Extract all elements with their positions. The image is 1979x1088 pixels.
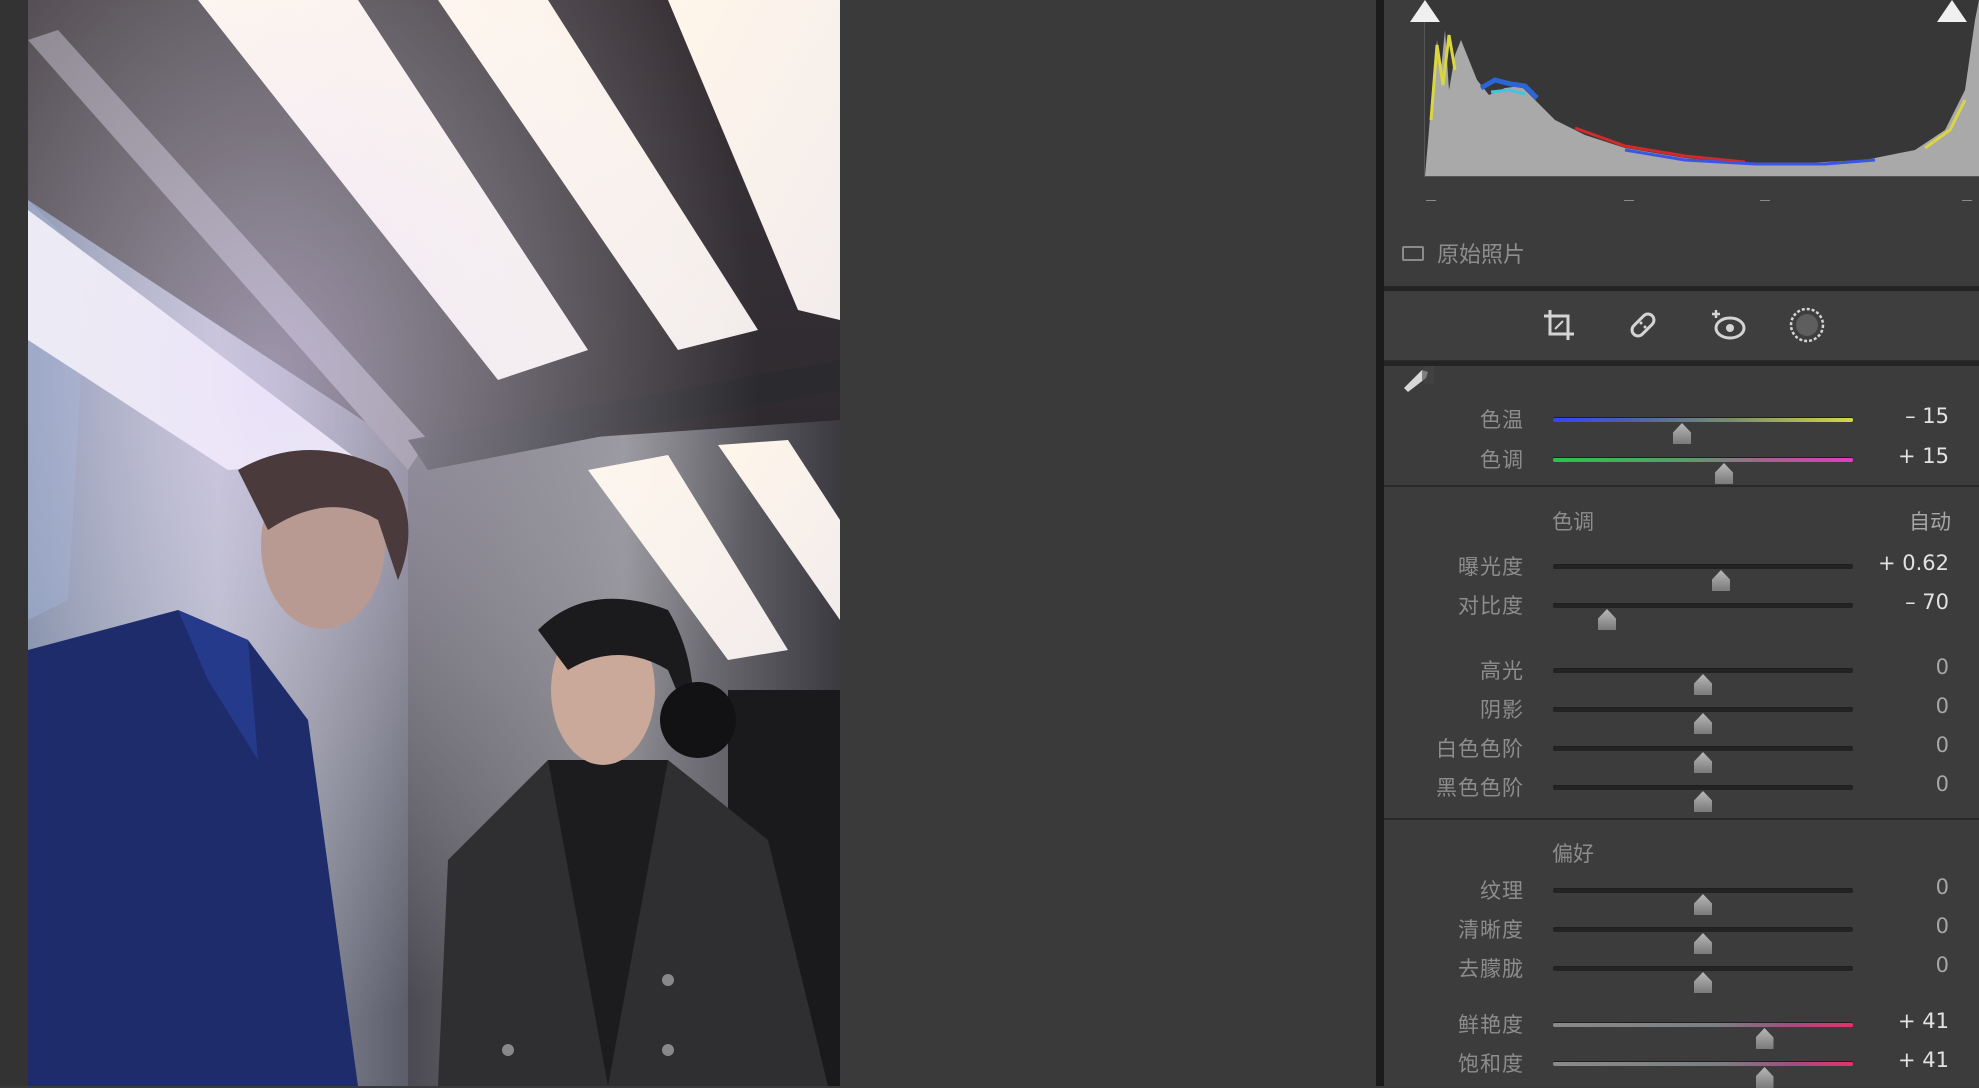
clarity-track[interactable] (1553, 927, 1853, 954)
clarity-slider-row[interactable]: 清晰度 0 (1384, 912, 1979, 954)
histogram-tick (1426, 200, 1436, 201)
temp-slider-row[interactable]: 色温 – 15 (1384, 402, 1979, 444)
dehaze-label: 去朦胧 (1458, 957, 1524, 981)
histogram-tick (1760, 200, 1770, 201)
histogram-graph (1425, 0, 1979, 176)
texture-value[interactable]: 0 (1936, 875, 1949, 899)
shadows-value[interactable]: 0 (1936, 694, 1949, 718)
tone-group-title: 色调 (1552, 510, 1594, 534)
exposure-slider-row[interactable]: 曝光度 + 0.62 (1384, 549, 1979, 591)
highlights-label: 高光 (1480, 659, 1524, 683)
whites-label: 白色色阶 (1436, 737, 1524, 761)
blacks-thumb[interactable] (1694, 791, 1712, 812)
blacks-value[interactable]: 0 (1936, 772, 1949, 796)
original-photo-label: 原始照片 (1437, 243, 1526, 268)
texture-slider-row[interactable]: 纹理 0 (1384, 873, 1979, 915)
highlights-value[interactable]: 0 (1936, 655, 1949, 679)
exposure-track[interactable] (1553, 564, 1853, 591)
contrast-track[interactable] (1553, 603, 1853, 630)
dehaze-track[interactable] (1553, 966, 1853, 993)
develop-panel: 原始照片 色温 – 15 色调 + 15 色调 自动 曝光度 + 0.62 对比… (1384, 0, 1979, 1088)
blacks-label: 黑色色阶 (1436, 776, 1524, 800)
photo-image (28, 0, 840, 1086)
clarity-value[interactable]: 0 (1936, 914, 1949, 938)
saturation-track[interactable] (1553, 1061, 1853, 1088)
blacks-track[interactable] (1553, 785, 1853, 812)
group-divider (1384, 485, 1979, 487)
tint-label: 色调 (1480, 448, 1524, 472)
tint-track[interactable] (1553, 457, 1853, 484)
dehaze-value[interactable]: 0 (1936, 953, 1949, 977)
dehaze-slider-row[interactable]: 去朦胧 0 (1384, 951, 1979, 993)
exposure-label: 曝光度 (1458, 555, 1524, 579)
texture-track[interactable] (1553, 888, 1853, 915)
group-divider (1384, 818, 1979, 820)
healing-brush-icon[interactable] (1620, 302, 1666, 348)
temp-thumb[interactable] (1673, 423, 1691, 444)
original-photo-toggle[interactable]: 原始照片 (1402, 238, 1525, 268)
vibrance-value[interactable]: + 41 (1898, 1009, 1949, 1033)
saturation-value[interactable]: + 41 (1898, 1048, 1949, 1072)
panel-divider (1376, 0, 1384, 1086)
vibrance-slider-row[interactable]: 鲜艳度 + 41 (1384, 1007, 1979, 1049)
contrast-thumb[interactable] (1598, 609, 1616, 630)
auto-tone-button[interactable]: 自动 (1909, 506, 1951, 536)
whites-value[interactable]: 0 (1936, 733, 1949, 757)
temp-track[interactable] (1553, 417, 1853, 444)
shadow-clipping-indicator[interactable] (1410, 0, 1440, 22)
tint-slider-row[interactable]: 色调 + 15 (1384, 442, 1979, 484)
histogram-tick (1962, 200, 1972, 201)
image-canvas[interactable] (0, 0, 1376, 1086)
vibrance-track[interactable] (1553, 1022, 1853, 1049)
original-photo-checkbox[interactable] (1402, 245, 1424, 261)
saturation-slider-row[interactable]: 饱和度 + 41 (1384, 1046, 1979, 1088)
saturation-label: 饱和度 (1458, 1052, 1524, 1076)
highlights-slider-row[interactable]: 高光 0 (1384, 653, 1979, 695)
crop-icon[interactable] (1536, 302, 1582, 348)
saturation-thumb[interactable] (1755, 1067, 1774, 1088)
temp-value[interactable]: – 15 (1905, 404, 1949, 428)
tool-strip (1384, 292, 1979, 361)
contrast-value[interactable]: – 70 (1905, 590, 1949, 614)
red-eye-icon[interactable] (1706, 302, 1752, 348)
exposure-value[interactable]: + 0.62 (1878, 551, 1949, 575)
shadows-track[interactable] (1553, 707, 1853, 734)
highlights-track[interactable] (1553, 668, 1853, 695)
tint-thumb[interactable] (1715, 463, 1733, 484)
contrast-label: 对比度 (1458, 594, 1524, 618)
histogram (1424, 0, 1979, 177)
contrast-slider-row[interactable]: 对比度 – 70 (1384, 588, 1979, 630)
texture-label: 纹理 (1480, 879, 1524, 903)
presence-group-title: 偏好 (1552, 842, 1594, 866)
white-balance-picker-icon[interactable] (1402, 366, 1452, 396)
photo-preview[interactable] (28, 0, 840, 1086)
whites-slider-row[interactable]: 白色色阶 0 (1384, 731, 1979, 773)
histogram-tick (1624, 200, 1634, 201)
basic-panel: 色温 – 15 色调 + 15 色调 自动 曝光度 + 0.62 对比度 – 7… (1384, 366, 1979, 1088)
clarity-label: 清晰度 (1458, 918, 1524, 942)
temp-label: 色温 (1480, 408, 1524, 432)
whites-track[interactable] (1553, 746, 1853, 773)
histogram-section (1402, 0, 1979, 201)
shadows-slider-row[interactable]: 阴影 0 (1384, 692, 1979, 734)
dehaze-thumb[interactable] (1694, 972, 1712, 993)
mask-icon[interactable] (1784, 302, 1830, 348)
highlight-clipping-indicator[interactable] (1937, 0, 1967, 22)
left-panel-edge (0, 0, 28, 1086)
vibrance-label: 鲜艳度 (1458, 1013, 1524, 1037)
section-divider (1384, 286, 1979, 291)
blacks-slider-row[interactable]: 黑色色阶 0 (1384, 770, 1979, 812)
tint-value[interactable]: + 15 (1898, 444, 1949, 468)
shadows-label: 阴影 (1480, 698, 1524, 722)
